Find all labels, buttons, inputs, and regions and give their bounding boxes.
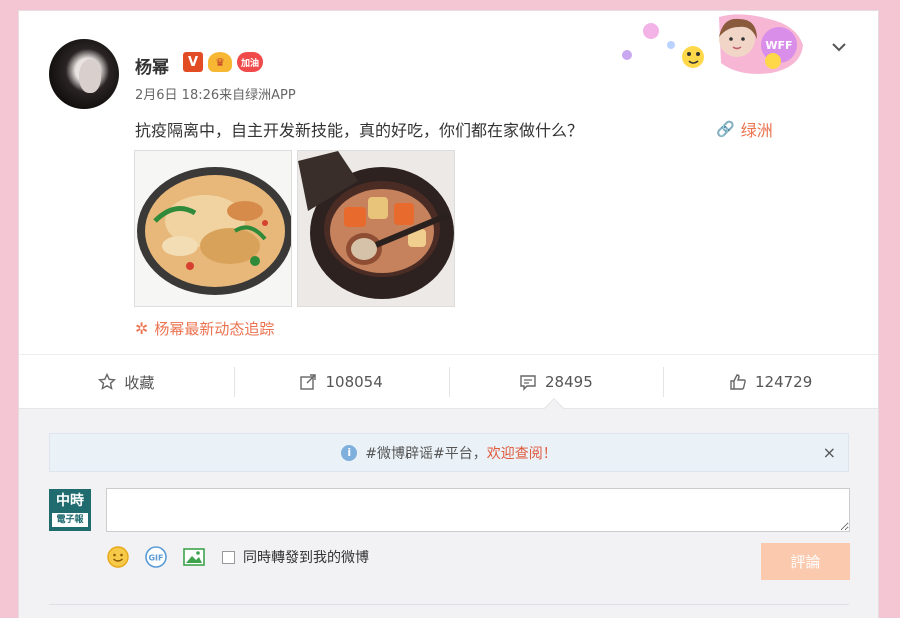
user-badges: V ♛ 加油 (183, 52, 263, 72)
comment-input[interactable] (106, 488, 850, 532)
notice-text: #微博辟谣#平台， (365, 445, 487, 462)
favorite-label: 收藏 (124, 373, 155, 392)
verified-badge-icon[interactable]: V (183, 52, 203, 72)
crown-badge-icon[interactable]: ♛ (208, 52, 232, 72)
post-image-1[interactable] (134, 150, 292, 307)
rumor-notice-banner: i #微博辟谣#平台， 欢迎查阅！ × (49, 433, 849, 472)
sparkle-icon: ✲ (135, 319, 149, 338)
repost-count: 108054 (325, 373, 383, 391)
logo-line-1: 中時 (56, 493, 84, 509)
repost-button[interactable]: 108054 (233, 355, 449, 409)
emoji-icon[interactable] (106, 545, 130, 569)
chevron-down-icon[interactable] (829, 37, 849, 57)
heart-badge-icon[interactable]: 加油 (237, 52, 263, 72)
thumbs-up-icon (730, 374, 746, 390)
svg-text:WFF: WFF (765, 39, 792, 52)
news-tracker-link[interactable]: ✲ 杨幂最新动态追踪 (135, 318, 274, 339)
divider (49, 604, 849, 605)
post-action-bar: 收藏 108054 28495 124729 (19, 354, 878, 409)
notice-link[interactable]: 欢迎查阅！ (487, 443, 557, 463)
svg-text:GIF: GIF (148, 554, 163, 563)
comment-toolbar: GIF 同時轉發到我的微博 (106, 545, 369, 569)
chinatimes-logo: 中時 電子報 (49, 489, 91, 531)
repost-checkbox[interactable]: 同時轉發到我的微博 (222, 547, 369, 567)
weibo-post-card: 杨幂 V ♛ 加油 2月6日 18:26来自绿洲APP WFF 抗疫隔离中，自主… (18, 10, 879, 618)
close-icon[interactable]: × (823, 443, 836, 462)
stew-pan-image (135, 151, 291, 306)
comment-icon (520, 375, 536, 391)
repost-checkbox-label: 同時轉發到我的微博 (243, 550, 369, 566)
link-icon: 🔗 (716, 120, 735, 138)
like-button[interactable]: 124729 (663, 355, 878, 409)
news-tracker-label: 杨幂最新动态追踪 (154, 320, 275, 338)
clay-pot-image (298, 151, 454, 306)
username[interactable]: 杨幂 (135, 53, 169, 78)
comment-panel: i #微博辟谣#平台， 欢迎查阅！ × 中時 電子報 GIF 同時轉發到我的微博… (19, 398, 878, 618)
logo-line-2: 電子報 (52, 513, 88, 527)
post-link-oasis[interactable]: 🔗 绿洲 (716, 117, 773, 141)
comment-count: 28495 (545, 373, 593, 391)
share-icon (300, 374, 317, 390)
post-text: 抗疫隔离中，自主开发新技能，真的好吃，你们都在家做什么？ (135, 121, 584, 140)
post-meta[interactable]: 2月6日 18:26来自绿洲APP (135, 84, 296, 103)
card-decoration-banner: WFF (622, 14, 803, 74)
avatar[interactable] (49, 39, 119, 109)
post-image-2[interactable] (297, 150, 455, 307)
image-upload-icon[interactable] (182, 545, 206, 569)
star-icon (98, 373, 117, 390)
gif-icon[interactable]: GIF (144, 545, 168, 569)
like-count: 124729 (754, 373, 813, 391)
info-icon: i (341, 444, 358, 461)
favorite-button[interactable]: 收藏 (19, 355, 234, 409)
repost-checkbox-box[interactable] (222, 550, 235, 564)
submit-comment-button[interactable]: 評論 (761, 543, 850, 580)
post-link-label: 绿洲 (740, 121, 773, 140)
